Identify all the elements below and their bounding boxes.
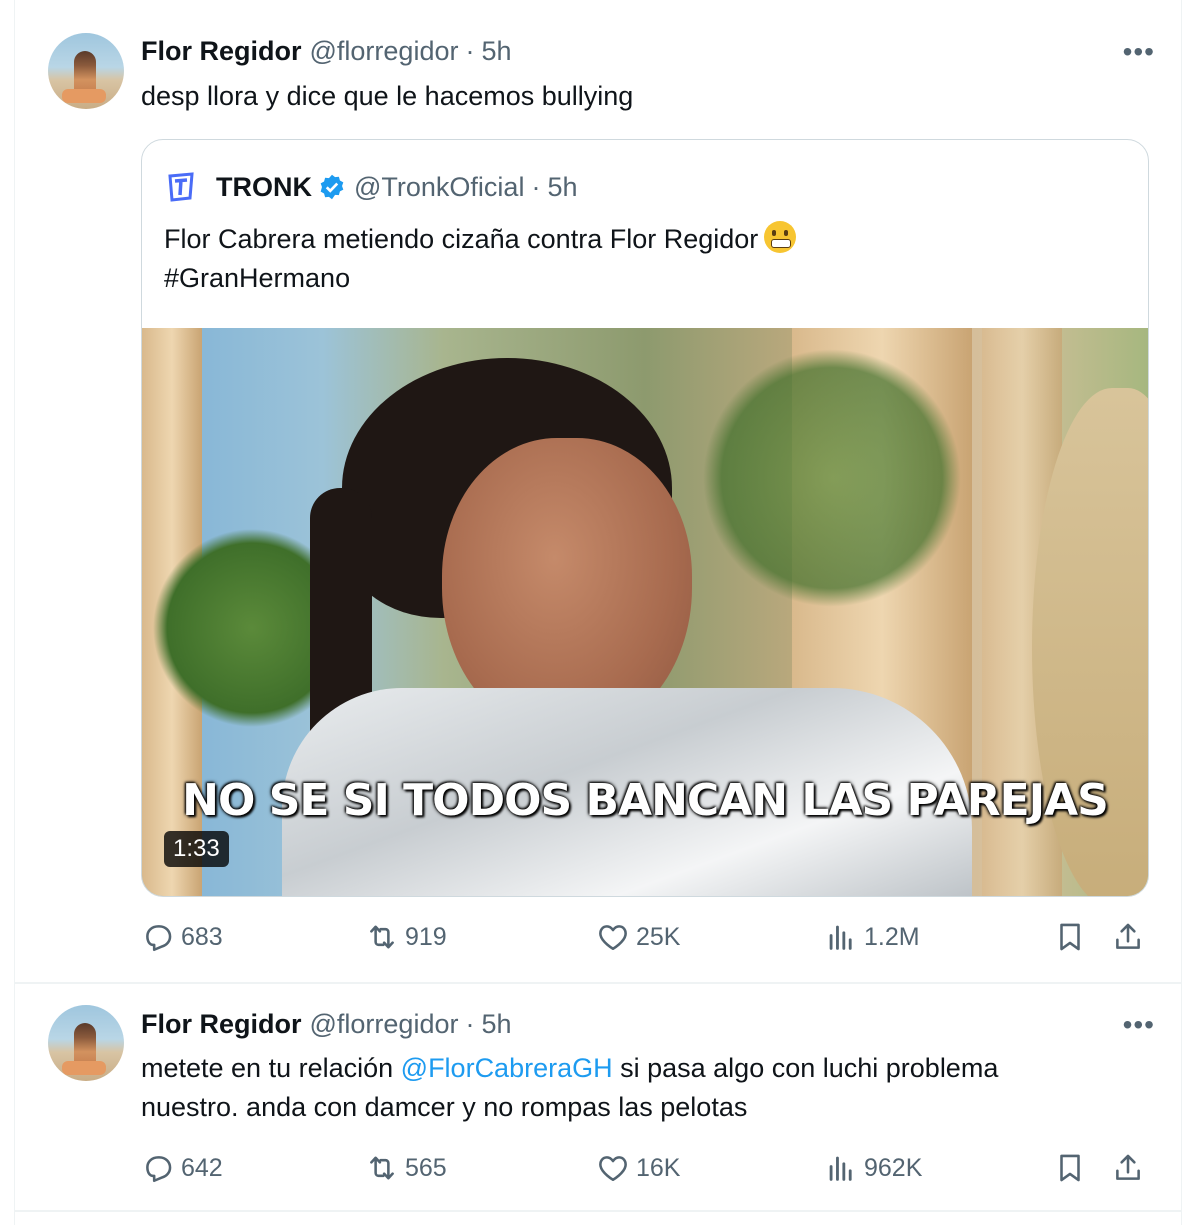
avatar[interactable]	[48, 33, 124, 109]
tweet-header: Flor Regidor @florregidor · 5h	[141, 1009, 512, 1040]
bookmark-icon	[1060, 1154, 1080, 1182]
quote-time[interactable]: 5h	[547, 172, 577, 203]
like-button[interactable]: 16K	[596, 1151, 680, 1185]
tweet-text-part2: si pasa algo con luchi problema	[612, 1053, 999, 1083]
like-count: 16K	[636, 1153, 681, 1182]
header-separator: ·	[465, 1009, 475, 1039]
views-button[interactable]: 1.2M	[824, 920, 920, 954]
views-icon	[829, 925, 852, 950]
reply-count: 683	[181, 922, 223, 951]
mention-link[interactable]: @FlorCabreraGH	[401, 1053, 613, 1083]
view-count: 962K	[864, 1153, 923, 1182]
tweet-1[interactable]: Flor Regidor @florregidor · 5h ••• desp …	[15, 0, 1181, 980]
quote-author-handle[interactable]: @TronkOficial	[354, 172, 524, 203]
views-icon	[829, 1156, 852, 1181]
reply-icon	[146, 1156, 172, 1183]
timeline-border-right	[1181, 0, 1182, 1225]
share-icon	[1116, 923, 1140, 949]
repost-icon	[370, 925, 394, 949]
tweet-actions: 642 565 16K 962K	[141, 1151, 1161, 1191]
bookmark-icon	[1060, 923, 1080, 951]
avatar-towel	[62, 1061, 106, 1075]
like-count: 25K	[636, 922, 681, 951]
tweet-header: Flor Regidor @florregidor · 5h	[141, 36, 512, 67]
share-button[interactable]	[1111, 920, 1145, 954]
share-icon	[1116, 1154, 1140, 1180]
avatar[interactable]	[48, 1005, 124, 1081]
verified-badge-icon	[320, 174, 344, 200]
tweet-text-line2: nuestro. anda con damcer y no rompas las…	[141, 1092, 748, 1122]
quote-text: Flor Cabrera metiendo cizaña contra Flor…	[164, 220, 797, 298]
views-button[interactable]: 962K	[824, 1151, 922, 1185]
header-separator: ·	[465, 36, 475, 66]
author-name[interactable]: Flor Regidor	[141, 1009, 302, 1040]
view-count: 1.2M	[864, 922, 920, 951]
tweet-text-part1: metete en tu relación	[141, 1053, 401, 1083]
bg-plant-2	[702, 348, 962, 608]
quote-author-name[interactable]: TRONK	[216, 172, 312, 203]
tweet-time[interactable]: 5h	[481, 36, 511, 67]
tweet-text: metete en tu relación @FlorCabreraGH si …	[141, 1049, 1141, 1127]
author-name[interactable]: Flor Regidor	[141, 36, 302, 67]
quote-separator: ·	[531, 171, 541, 202]
video-player[interactable]: NO SE SI TODOS BANCAN LAS PAREJAS 1:33	[142, 328, 1148, 896]
grimacing-emoji-icon	[764, 221, 797, 253]
tweet-actions: 683 919 25K 1.2M	[141, 920, 1161, 960]
quote-header: TRONK @TronkOficial · 5h	[164, 170, 577, 204]
author-handle[interactable]: @florregidor	[310, 1009, 459, 1040]
reply-count: 642	[181, 1153, 223, 1182]
tweet-2[interactable]: Flor Regidor @florregidor · 5h ••• metet…	[15, 985, 1181, 1207]
bookmark-button[interactable]	[1053, 1151, 1087, 1185]
hashtag-granhermano[interactable]: #GranHermano	[164, 263, 350, 293]
tweet-time[interactable]: 5h	[481, 1009, 511, 1040]
tweet-divider	[15, 1210, 1181, 1212]
heart-icon	[599, 925, 627, 951]
more-options-icon[interactable]: •••	[1123, 1009, 1155, 1041]
reply-button[interactable]: 683	[141, 920, 223, 954]
repost-count: 919	[405, 922, 447, 951]
repost-button[interactable]: 565	[365, 1151, 447, 1185]
reply-icon	[146, 925, 172, 952]
video-duration: 1:33	[164, 831, 229, 867]
reply-button[interactable]: 642	[141, 1151, 223, 1185]
repost-button[interactable]: 919	[365, 920, 447, 954]
tweet-divider	[15, 982, 1181, 984]
like-button[interactable]: 25K	[596, 920, 680, 954]
repost-count: 565	[405, 1153, 447, 1182]
quote-text-line1: Flor Cabrera metiendo cizaña contra Flor…	[164, 224, 759, 254]
heart-icon	[599, 1156, 627, 1182]
bookmark-button[interactable]	[1053, 920, 1087, 954]
quoted-tweet[interactable]: TRONK @TronkOficial · 5h Flor Cabrera me…	[141, 139, 1149, 897]
more-options-icon[interactable]: •••	[1123, 36, 1155, 68]
tweet-text: desp llora y dice que le hacemos bullyin…	[141, 81, 634, 111]
author-handle[interactable]: @florregidor	[310, 36, 459, 67]
avatar-towel	[62, 89, 106, 103]
tronk-logo-icon	[168, 172, 194, 202]
repost-icon	[370, 1156, 394, 1180]
video-caption: NO SE SI TODOS BANCAN LAS PAREJAS	[182, 775, 1109, 826]
share-button[interactable]	[1111, 1151, 1145, 1185]
